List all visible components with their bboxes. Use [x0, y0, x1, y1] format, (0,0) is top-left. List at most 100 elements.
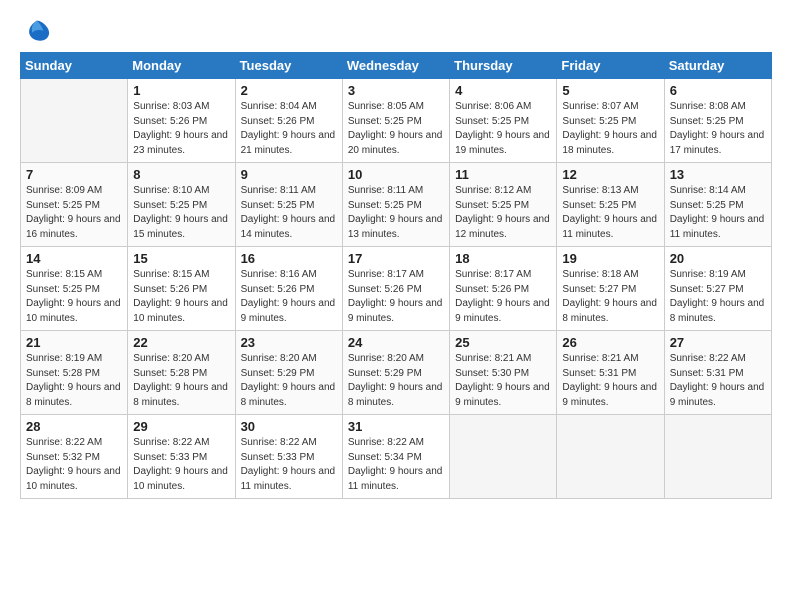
weekday-header-row: SundayMondayTuesdayWednesdayThursdayFrid… [21, 53, 772, 79]
calendar-cell: 10Sunrise: 8:11 AMSunset: 5:25 PMDayligh… [342, 163, 449, 247]
day-info: Sunrise: 8:03 AMSunset: 5:26 PMDaylight:… [133, 100, 229, 158]
day-info: Sunrise: 8:09 AMSunset: 5:25 PMDaylight:… [26, 184, 122, 242]
day-number: 7 [26, 167, 122, 182]
calendar-cell: 11 Sunrise: 8:12 AMSunset: 5:25 PMDayligh… [450, 163, 557, 247]
week-row-3: 14 Sunrise: 8:15 AMSunset: 5:25 PMDayligh… [21, 247, 772, 331]
calendar-cell: 19 Sunrise: 8:18 AMSunset: 5:27 PMDayligh… [557, 247, 664, 331]
weekday-header-tuesday: Tuesday [235, 53, 342, 79]
calendar-cell [450, 415, 557, 499]
calendar-cell: 8 Sunrise: 8:10 AMSunset: 5:25 PMDaylight… [128, 163, 235, 247]
day-info: Sunrise: 8:05 AMSunset: 5:25 PMDaylight:… [348, 100, 444, 158]
day-number: 12 [562, 167, 658, 182]
day-info: Sunrise: 8:10 AMSunset: 5:25 PMDaylight:… [133, 184, 229, 242]
day-number: 9 [241, 167, 337, 182]
calendar-cell: 1 Sunrise: 8:03 AMSunset: 5:26 PMDaylight… [128, 79, 235, 163]
calendar-cell: 30 Sunrise: 8:22 AMSunset: 5:33 PMDayligh… [235, 415, 342, 499]
calendar-cell: 17 Sunrise: 8:17 AMSunset: 5:26 PMDayligh… [342, 247, 449, 331]
calendar-cell [21, 79, 128, 163]
calendar-cell: 2 Sunrise: 8:04 AMSunset: 5:26 PMDaylight… [235, 79, 342, 163]
day-number: 29 [133, 419, 229, 434]
day-info: Sunrise: 8:20 AMSunset: 5:29 PMDaylight:… [348, 352, 444, 410]
day-number: 21 [26, 335, 122, 350]
calendar-cell: 21 Sunrise: 8:19 AMSunset: 5:28 PMDayligh… [21, 331, 128, 415]
day-number: 4 [455, 83, 551, 98]
day-number: 26 [562, 335, 658, 350]
day-number: 2 [241, 83, 337, 98]
calendar: SundayMondayTuesdayWednesdayThursdayFrid… [20, 52, 772, 499]
day-info: Sunrise: 8:13 AMSunset: 5:25 PMDaylight:… [562, 184, 658, 242]
day-info: Sunrise: 8:19 AMSunset: 5:28 PMDaylight:… [26, 352, 122, 410]
header [20, 16, 772, 44]
calendar-cell: 16Sunrise: 8:16 AMSunset: 5:26 PMDayligh… [235, 247, 342, 331]
day-info: Sunrise: 8:17 AMSunset: 5:26 PMDaylight:… [348, 268, 444, 326]
day-info: Sunrise: 8:22 AMSunset: 5:33 PMDaylight:… [241, 436, 337, 494]
day-number: 14 [26, 251, 122, 266]
day-number: 11 [455, 167, 551, 182]
calendar-cell: 28 Sunrise: 8:22 AMSunset: 5:32 PMDayligh… [21, 415, 128, 499]
day-number: 28 [26, 419, 122, 434]
day-number: 8 [133, 167, 229, 182]
day-info: Sunrise: 8:22 AMSunset: 5:32 PMDaylight:… [26, 436, 122, 494]
week-row-1: 1 Sunrise: 8:03 AMSunset: 5:26 PMDaylight… [21, 79, 772, 163]
calendar-cell: 23Sunrise: 8:20 AMSunset: 5:29 PMDayligh… [235, 331, 342, 415]
day-number: 19 [562, 251, 658, 266]
day-info: Sunrise: 8:22 AMSunset: 5:33 PMDaylight:… [133, 436, 229, 494]
day-number: 24 [348, 335, 444, 350]
day-info: Sunrise: 8:14 AMSunset: 5:25 PMDaylight:… [670, 184, 766, 242]
day-info: Sunrise: 8:04 AMSunset: 5:26 PMDaylight:… [241, 100, 337, 158]
weekday-header-monday: Monday [128, 53, 235, 79]
day-info: Sunrise: 8:17 AMSunset: 5:26 PMDaylight:… [455, 268, 551, 326]
day-info: Sunrise: 8:20 AMSunset: 5:29 PMDaylight:… [241, 352, 337, 410]
weekday-header-sunday: Sunday [21, 53, 128, 79]
calendar-cell: 20 Sunrise: 8:19 AMSunset: 5:27 PMDayligh… [664, 247, 771, 331]
day-info: Sunrise: 8:21 AMSunset: 5:30 PMDaylight:… [455, 352, 551, 410]
calendar-cell: 14 Sunrise: 8:15 AMSunset: 5:25 PMDayligh… [21, 247, 128, 331]
day-number: 1 [133, 83, 229, 98]
day-number: 25 [455, 335, 551, 350]
calendar-cell: 3 Sunrise: 8:05 AMSunset: 5:25 PMDaylight… [342, 79, 449, 163]
day-number: 30 [241, 419, 337, 434]
calendar-cell [664, 415, 771, 499]
day-number: 18 [455, 251, 551, 266]
calendar-cell: 5 Sunrise: 8:07 AMSunset: 5:25 PMDaylight… [557, 79, 664, 163]
day-number: 15 [133, 251, 229, 266]
day-number: 5 [562, 83, 658, 98]
day-info: Sunrise: 8:18 AMSunset: 5:27 PMDaylight:… [562, 268, 658, 326]
page-container: SundayMondayTuesdayWednesdayThursdayFrid… [0, 0, 792, 612]
calendar-cell: 13Sunrise: 8:14 AMSunset: 5:25 PMDayligh… [664, 163, 771, 247]
day-info: Sunrise: 8:19 AMSunset: 5:27 PMDaylight:… [670, 268, 766, 326]
calendar-cell: 31 Sunrise: 8:22 AMSunset: 5:34 PMDayligh… [342, 415, 449, 499]
day-info: Sunrise: 8:07 AMSunset: 5:25 PMDaylight:… [562, 100, 658, 158]
day-info: Sunrise: 8:11 AMSunset: 5:25 PMDaylight:… [348, 184, 444, 242]
day-number: 20 [670, 251, 766, 266]
calendar-cell: 26 Sunrise: 8:21 AMSunset: 5:31 PMDayligh… [557, 331, 664, 415]
calendar-cell: 18 Sunrise: 8:17 AMSunset: 5:26 PMDayligh… [450, 247, 557, 331]
day-info: Sunrise: 8:11 AMSunset: 5:25 PMDaylight:… [241, 184, 337, 242]
day-number: 31 [348, 419, 444, 434]
day-info: Sunrise: 8:06 AMSunset: 5:25 PMDaylight:… [455, 100, 551, 158]
day-info: Sunrise: 8:22 AMSunset: 5:34 PMDaylight:… [348, 436, 444, 494]
calendar-cell: 6Sunrise: 8:08 AMSunset: 5:25 PMDaylight… [664, 79, 771, 163]
day-info: Sunrise: 8:15 AMSunset: 5:26 PMDaylight:… [133, 268, 229, 326]
day-number: 3 [348, 83, 444, 98]
calendar-cell: 4 Sunrise: 8:06 AMSunset: 5:25 PMDaylight… [450, 79, 557, 163]
day-info: Sunrise: 8:12 AMSunset: 5:25 PMDaylight:… [455, 184, 551, 242]
day-number: 17 [348, 251, 444, 266]
calendar-cell: 12 Sunrise: 8:13 AMSunset: 5:25 PMDayligh… [557, 163, 664, 247]
week-row-4: 21 Sunrise: 8:19 AMSunset: 5:28 PMDayligh… [21, 331, 772, 415]
day-info: Sunrise: 8:22 AMSunset: 5:31 PMDaylight:… [670, 352, 766, 410]
calendar-cell: 22Sunrise: 8:20 AMSunset: 5:28 PMDayligh… [128, 331, 235, 415]
calendar-cell: 29 Sunrise: 8:22 AMSunset: 5:33 PMDayligh… [128, 415, 235, 499]
day-number: 22 [133, 335, 229, 350]
logo-icon [23, 16, 51, 44]
weekday-header-wednesday: Wednesday [342, 53, 449, 79]
calendar-cell: 27Sunrise: 8:22 AMSunset: 5:31 PMDayligh… [664, 331, 771, 415]
day-info: Sunrise: 8:21 AMSunset: 5:31 PMDaylight:… [562, 352, 658, 410]
day-info: Sunrise: 8:15 AMSunset: 5:25 PMDaylight:… [26, 268, 122, 326]
calendar-cell: 7 Sunrise: 8:09 AMSunset: 5:25 PMDaylight… [21, 163, 128, 247]
weekday-header-saturday: Saturday [664, 53, 771, 79]
week-row-2: 7 Sunrise: 8:09 AMSunset: 5:25 PMDaylight… [21, 163, 772, 247]
day-info: Sunrise: 8:16 AMSunset: 5:26 PMDaylight:… [241, 268, 337, 326]
day-number: 6 [670, 83, 766, 98]
weekday-header-thursday: Thursday [450, 53, 557, 79]
